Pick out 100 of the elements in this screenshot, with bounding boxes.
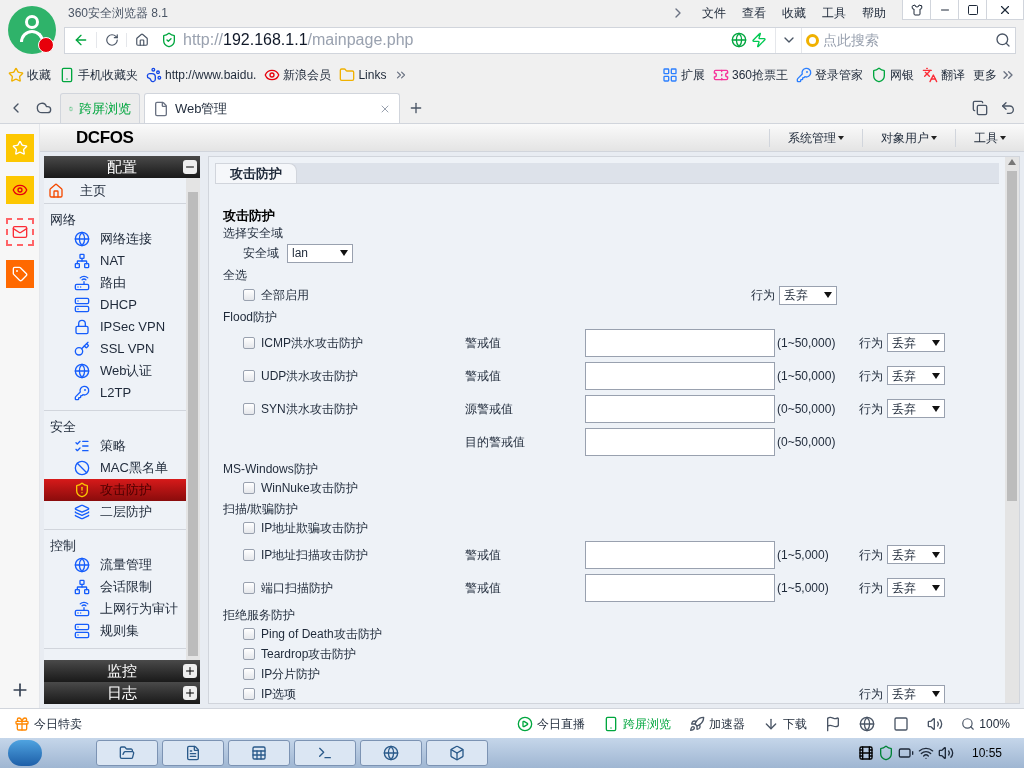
action-select[interactable]: 丢弃: [887, 366, 945, 385]
browser-tab[interactable]: Web管理: [144, 93, 400, 123]
nav-item[interactable]: IPSec VPN: [44, 316, 186, 338]
checkbox[interactable]: [243, 369, 255, 382]
nav-item[interactable]: 二层防护: [44, 501, 186, 523]
deals-link[interactable]: 今日特卖: [14, 714, 82, 733]
nav-item[interactable]: 流量管理: [44, 554, 186, 576]
extension-item[interactable]: 翻译: [922, 66, 965, 84]
status-item[interactable]: 加速器: [689, 714, 746, 733]
panel-header[interactable]: 监控: [44, 660, 200, 682]
scrollbar[interactable]: [1005, 157, 1019, 703]
taskbar-app[interactable]: [162, 740, 224, 766]
start-button[interactable]: [8, 740, 42, 766]
content-tab[interactable]: 攻击防护: [215, 163, 297, 183]
flag-icon[interactable]: [825, 715, 842, 732]
bookmark[interactable]: Links: [339, 66, 387, 84]
action-select[interactable]: 丢弃: [779, 285, 837, 305]
deals-button[interactable]: [5, 260, 34, 288]
nav-item[interactable]: 网络连接: [44, 228, 186, 250]
checkbox[interactable]: [243, 522, 255, 534]
nav-item[interactable]: L2TP: [44, 382, 186, 404]
expand-toggle[interactable]: [183, 686, 197, 700]
top-menu-item[interactable]: 系统管理: [769, 128, 862, 147]
home-icon[interactable]: [135, 33, 149, 47]
nav-item[interactable]: 规则集: [44, 620, 186, 642]
top-menu-item[interactable]: 工具: [955, 128, 1024, 147]
panel-header[interactable]: 配置: [44, 156, 200, 178]
action-select[interactable]: 丢弃: [887, 399, 945, 418]
action-select[interactable]: 丢弃: [887, 545, 945, 564]
weibo-button[interactable]: [5, 176, 34, 204]
checkbox[interactable]: [243, 648, 255, 660]
threshold-input[interactable]: [585, 540, 775, 569]
status-item[interactable]: 今日直播: [517, 714, 586, 733]
checkbox[interactable]: [243, 548, 255, 561]
nav-item[interactable]: 上网行为审计: [44, 598, 186, 620]
scrollbar[interactable]: [186, 178, 200, 660]
checkbox[interactable]: [243, 336, 255, 349]
action-select[interactable]: 丢弃: [887, 578, 945, 597]
zoom-level[interactable]: 100%: [961, 714, 1010, 733]
nav-item[interactable]: MAC黑名单: [44, 457, 186, 479]
extension-item[interactable]: 登录管家: [796, 66, 863, 84]
menu-item[interactable]: 工具: [814, 4, 854, 22]
expand-toggle[interactable]: [183, 160, 197, 174]
bookmark[interactable]: 新浪会员: [264, 66, 332, 84]
menu-item[interactable]: 文件: [694, 4, 734, 22]
checkbox[interactable]: [243, 402, 255, 415]
threshold-input[interactable]: [585, 361, 775, 390]
taskbar-app[interactable]: [96, 740, 158, 766]
reload-icon[interactable]: [104, 33, 119, 47]
nav-item[interactable]: DHCP: [44, 294, 186, 316]
top-menu-item[interactable]: 对象用户: [862, 128, 955, 147]
action-select[interactable]: lan: [287, 243, 353, 263]
action-select[interactable]: 丢弃: [887, 333, 945, 352]
taskbar-app[interactable]: [294, 740, 356, 766]
checkbox[interactable]: [243, 688, 255, 700]
threshold-input[interactable]: [585, 394, 775, 423]
window-icon[interactable]: [893, 715, 910, 732]
expand-toggle[interactable]: [183, 664, 197, 678]
undo-icon[interactable]: [1000, 100, 1016, 116]
address-bar[interactable]: http://192.168.1.1/mainpage.php 点此搜索: [64, 26, 1016, 54]
checkbox[interactable]: [243, 482, 255, 494]
extension-item[interactable]: 网银: [871, 66, 914, 84]
threshold-input[interactable]: [585, 328, 775, 357]
action-select[interactable]: 丢弃: [887, 684, 945, 703]
menu-item[interactable]: 收藏: [774, 4, 814, 22]
extension-item[interactable]: 更多: [973, 66, 1016, 84]
extension-item[interactable]: 360抢票王: [712, 66, 788, 84]
taskbar-app[interactable]: [426, 740, 488, 766]
checkbox[interactable]: [243, 581, 255, 594]
menu-item[interactable]: 查看: [734, 4, 774, 22]
nav-item[interactable]: Web认证: [44, 360, 186, 382]
checkbox[interactable]: [243, 289, 255, 301]
new-tab-icon[interactable]: [408, 100, 424, 116]
scroll-up-icon[interactable]: [1008, 159, 1016, 165]
panel-header[interactable]: 日志: [44, 682, 200, 704]
nav-item[interactable]: SSL VPN: [44, 338, 186, 360]
checkbox[interactable]: [243, 668, 255, 680]
nav-item[interactable]: 路由: [44, 272, 186, 294]
globe-icon[interactable]: [859, 715, 876, 732]
checkbox[interactable]: [243, 628, 255, 640]
nav-item[interactable]: 会话限制: [44, 576, 186, 598]
menu-item[interactable]: 帮助: [854, 4, 894, 22]
nav-item[interactable]: 策略: [44, 435, 186, 457]
search-icon[interactable]: [995, 32, 1011, 48]
bookmark[interactable]: 手机收藏夹: [59, 66, 138, 84]
volume-icon[interactable]: [927, 715, 944, 732]
cloud-icon[interactable]: [36, 100, 52, 116]
threshold-input[interactable]: [585, 573, 775, 602]
taskbar-app[interactable]: [360, 740, 422, 766]
status-item[interactable]: 下载: [763, 714, 808, 733]
user-avatar[interactable]: [8, 6, 56, 54]
extension-item[interactable]: 扩展: [661, 66, 705, 84]
taskbar-app[interactable]: [228, 740, 290, 766]
tabs-icon[interactable]: [972, 100, 988, 116]
mail-button[interactable]: [5, 218, 34, 246]
bookmark[interactable]: http://www.baidu.: [146, 66, 257, 84]
threshold-input[interactable]: [585, 427, 775, 456]
bookmark[interactable]: 收藏: [8, 66, 51, 84]
search-engine-icon[interactable]: [806, 33, 819, 47]
nav-item[interactable]: 主页: [80, 180, 106, 201]
